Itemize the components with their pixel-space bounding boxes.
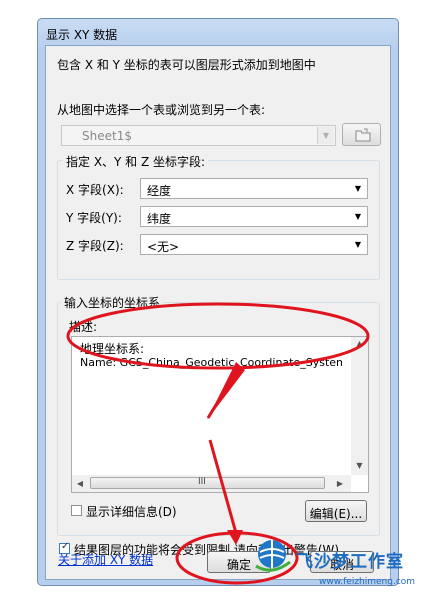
watermark-url: www.feizhimeng.com (319, 577, 416, 587)
annotation-overlay (66, 302, 370, 585)
arrow-down-shaft (208, 439, 238, 534)
watermark-text: 飞沙梦工作室 (296, 552, 404, 572)
description-highlight-ellipse (66, 302, 370, 370)
watermark-globe-icon (252, 536, 292, 576)
arrow-up-shaft (206, 366, 241, 419)
arrow-down-icon (227, 530, 243, 545)
